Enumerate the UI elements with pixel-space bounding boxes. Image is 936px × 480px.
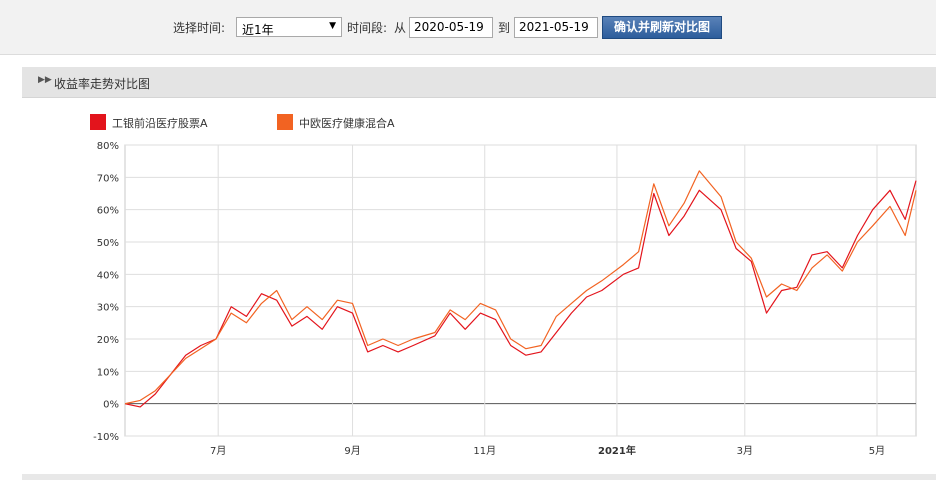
x-tick-label: 5月 [869,445,885,457]
y-tick-label: 30% [97,303,119,314]
y-tick-label: -10% [93,432,119,443]
x-tick-label: 9月 [344,445,360,457]
y-tick-label: 70% [97,173,119,184]
x-tick-label: 3月 [737,445,753,457]
x-tick-label: 2021年 [598,444,636,457]
y-tick-label: 0% [103,400,119,411]
yield-chart: 80% 70% 60% 50% 40% 30% 20% 10% 0% -10% 7月 9月 11月 202… [93,141,917,457]
y-tick-label: 40% [97,270,119,281]
y-tick-label: 50% [97,238,119,249]
y-tick-label: 80% [97,141,119,152]
y-tick-label: 10% [97,367,119,378]
x-tick-label: 7月 [210,445,226,457]
y-tick-label: 20% [97,335,119,346]
x-tick-label: 11月 [473,445,496,457]
y-tick-label: 60% [97,206,119,217]
bottom-divider [22,474,936,480]
